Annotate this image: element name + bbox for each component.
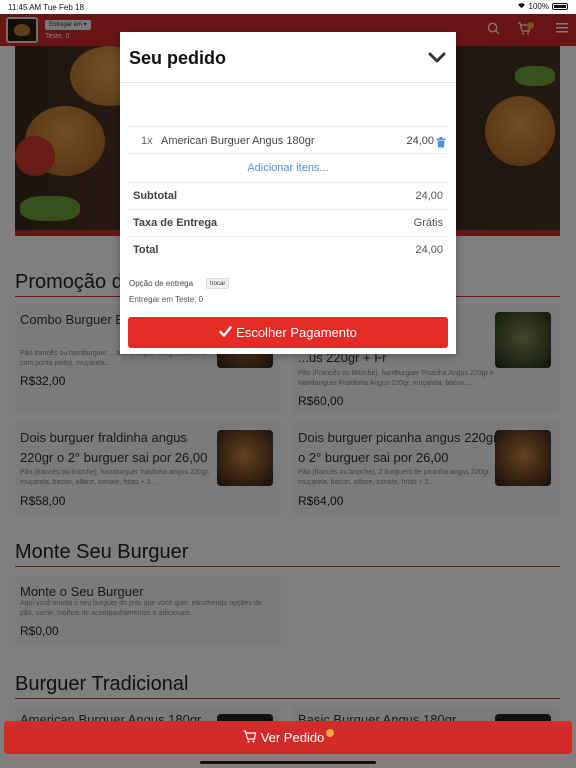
choose-payment-label: Escolher Pagamento: [236, 325, 357, 340]
check-icon: [219, 325, 232, 340]
status-bar: 11:45 AM Tue Feb 18 100%: [0, 0, 576, 14]
trash-icon[interactable]: [436, 135, 446, 148]
summary-row-delivery-fee: Taxa de Entrega Grátis: [128, 209, 448, 236]
summary-label: Taxa de Entrega: [133, 217, 218, 229]
change-delivery-button[interactable]: trocar: [206, 278, 230, 289]
summary-label: Total: [133, 244, 159, 256]
battery-icon: [552, 3, 568, 10]
summary-row-total: Total 24,00: [128, 236, 448, 263]
order-count-badge: [326, 728, 335, 737]
modal-title: Seu pedido: [129, 48, 227, 68]
cart-icon: [242, 729, 257, 746]
chevron-down-icon[interactable]: [428, 51, 446, 65]
status-battery: 100%: [517, 2, 568, 11]
summary-value: 24,00: [415, 190, 443, 202]
summary-row-subtotal: Subtotal 24,00: [128, 182, 448, 209]
order-item-name: American Burguer Angus 180gr: [161, 135, 315, 147]
summary-value: 24,00: [415, 244, 443, 256]
add-items-link[interactable]: Adicionar itens...: [120, 162, 456, 174]
summary-value: Grátis: [413, 217, 443, 229]
order-item-row: 1x American Burguer Angus 180gr 24,00: [128, 126, 448, 154]
modal-divider: [120, 82, 456, 83]
order-item-qty: 1x: [141, 135, 153, 147]
battery-percent: 100%: [528, 2, 549, 11]
view-order-label: Ver Pedido: [260, 730, 325, 745]
view-order-button[interactable]: Ver Pedido: [4, 721, 572, 754]
wifi-icon: [517, 2, 526, 11]
order-item-price: 24,00: [406, 135, 434, 147]
choose-payment-button[interactable]: Escolher Pagamento: [128, 317, 448, 348]
home-indicator[interactable]: [200, 761, 376, 764]
delivery-address: Entregar em Teste, 0: [129, 295, 204, 304]
status-time: 11:45 AM Tue Feb 18: [8, 3, 84, 12]
summary-label: Subtotal: [133, 190, 177, 202]
delivery-option-label: Opção de entrega: [129, 279, 194, 288]
order-modal: Seu pedido 1x American Burguer Angus 180…: [120, 32, 456, 354]
